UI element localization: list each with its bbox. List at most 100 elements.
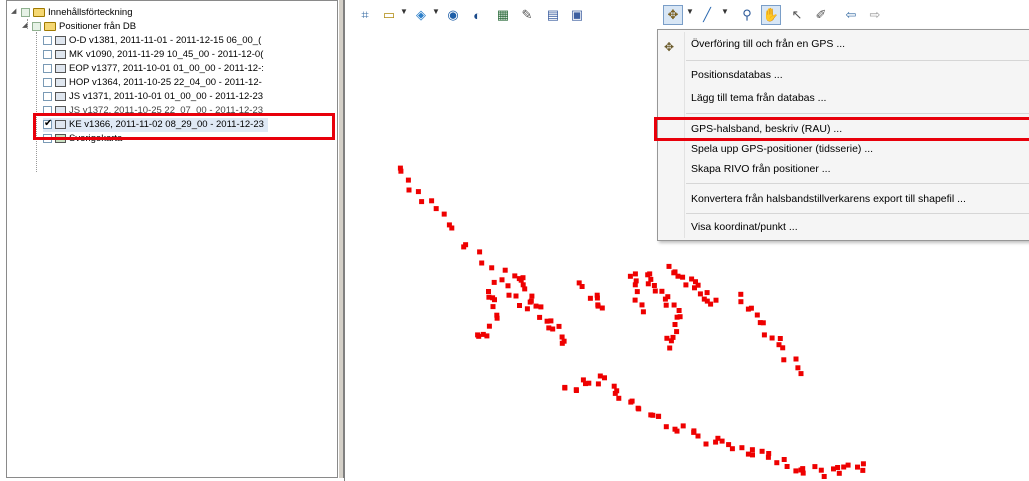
menu-item-show-coordinate[interactable]: Visa koordinat/punkt ... bbox=[658, 217, 1029, 237]
menu-item-create-rivo[interactable]: Skapa RIVO från positioner ... bbox=[658, 159, 1029, 179]
half-circle-icon[interactable]: ◐ bbox=[467, 5, 487, 25]
gps-position-point bbox=[780, 345, 786, 351]
gps-position-point bbox=[595, 381, 601, 387]
chevron-down-icon[interactable]: ▼ bbox=[432, 7, 440, 16]
menu-item-play-gps[interactable]: Spela upp GPS-positioner (tidsserie) ... bbox=[658, 139, 1029, 159]
add-layer-icon[interactable]: ◈ bbox=[411, 5, 431, 25]
draw-line-icon[interactable]: ╱ bbox=[697, 5, 717, 25]
layer-icon bbox=[55, 49, 66, 59]
tree-group-label: Positioner från DB bbox=[59, 21, 137, 32]
gps-position-point bbox=[499, 277, 505, 283]
collapse-icon[interactable]: ◢ bbox=[22, 22, 30, 30]
gps-position-point bbox=[533, 303, 539, 309]
open-folder-icon[interactable]: ▭ bbox=[379, 5, 399, 25]
gps-position-point bbox=[513, 293, 519, 299]
export-icon[interactable]: ▣ bbox=[567, 5, 587, 25]
tree-layer-row[interactable]: HOP v1364, 2011-10-25 22_04_00 - 2011-12… bbox=[43, 76, 262, 90]
layer-icon bbox=[55, 35, 66, 45]
gps-position-point bbox=[480, 331, 486, 337]
gps-position-point bbox=[548, 318, 554, 324]
menu-item-label: Positionsdatabas ... bbox=[691, 69, 783, 81]
gps-position-point bbox=[798, 371, 804, 377]
layer-checkbox[interactable] bbox=[43, 49, 52, 59]
select-icon[interactable]: ↖ bbox=[787, 5, 807, 25]
gps-position-point bbox=[672, 269, 678, 275]
gps-position-point bbox=[666, 263, 672, 269]
gps-position-point bbox=[659, 288, 665, 294]
tree-layer-row[interactable]: O-D v1381, 2011-11-01 - 2011-12-15 06_00… bbox=[43, 34, 261, 48]
gps-position-point bbox=[398, 168, 404, 174]
gps-position-point bbox=[812, 464, 818, 470]
gps-position-point bbox=[512, 273, 518, 279]
gps-position-point bbox=[522, 286, 528, 292]
gps-position-point bbox=[491, 279, 497, 285]
gps-position-point bbox=[703, 441, 709, 447]
chevron-down-icon[interactable]: ▼ bbox=[721, 7, 729, 16]
menu-item-gps-transfer[interactable]: ✥ Överföring till och från en GPS ... bbox=[658, 34, 1029, 54]
gps-position-point bbox=[492, 297, 497, 303]
gps-position-point bbox=[645, 281, 651, 287]
gps-position-point bbox=[528, 298, 534, 304]
gps-position-point bbox=[860, 461, 866, 467]
tree-layer-row[interactable]: EOP v1377, 2011-10-01 01_00_00 - 2011-12… bbox=[43, 62, 264, 76]
gps-position-point bbox=[841, 464, 847, 470]
menu-item-label: Visa koordinat/punkt ... bbox=[691, 221, 798, 233]
menu-item-add-theme[interactable]: Lägg till tema från databas ... bbox=[658, 88, 1029, 108]
collapse-icon[interactable]: ◢ bbox=[11, 8, 19, 16]
measure-icon[interactable]: ✐ bbox=[811, 5, 831, 25]
menu-item-convert-shapefile[interactable]: Konvertera från halsbandstillverkarens e… bbox=[658, 189, 1029, 209]
layer-checkbox[interactable] bbox=[43, 35, 52, 45]
chevron-down-icon[interactable]: ▼ bbox=[400, 7, 408, 16]
gps-position-point bbox=[677, 314, 683, 320]
back-icon[interactable]: ⇦ bbox=[841, 5, 861, 25]
gps-position-point bbox=[713, 297, 719, 303]
gps-position-point bbox=[486, 323, 492, 329]
root-checkbox[interactable] bbox=[21, 7, 30, 17]
gps-position-point bbox=[738, 291, 744, 297]
menu-separator bbox=[686, 60, 1029, 61]
gps-position-point bbox=[562, 385, 568, 391]
globe-icon[interactable]: ◉ bbox=[443, 5, 463, 25]
gps-position-point bbox=[665, 294, 671, 300]
menu-item-position-database[interactable]: Positionsdatabas ... bbox=[658, 65, 1029, 85]
gps-position-point bbox=[836, 470, 842, 476]
layer-checkbox[interactable] bbox=[43, 77, 52, 87]
layer-checkbox[interactable] bbox=[43, 91, 52, 101]
gps-position-point bbox=[769, 335, 775, 341]
gps-position-point bbox=[449, 225, 455, 231]
tree-layer-row[interactable]: JS v1371, 2011-10-01 01_00_00 - 2011-12-… bbox=[43, 90, 263, 104]
gps-position-point bbox=[800, 466, 806, 472]
gps-position-point bbox=[486, 294, 492, 300]
menu-separator bbox=[686, 213, 1029, 214]
tools-icon[interactable]: ✎ bbox=[517, 5, 537, 25]
zoom-extent-icon[interactable]: ⌗ bbox=[355, 5, 375, 25]
chevron-down-icon[interactable]: ▼ bbox=[686, 7, 694, 16]
gps-position-point bbox=[800, 470, 806, 476]
gps-position-point bbox=[616, 395, 622, 401]
gps-tool-icon[interactable]: ✥ bbox=[663, 5, 683, 25]
gps-position-point bbox=[651, 283, 657, 288]
gps-position-point bbox=[476, 333, 482, 339]
tree-group-row[interactable]: ◢ Positioner från DB bbox=[22, 20, 136, 34]
layer-checkbox[interactable] bbox=[43, 63, 52, 73]
pan-icon[interactable]: ✋ bbox=[761, 5, 781, 25]
zoom-icon[interactable]: ⚲ bbox=[737, 5, 757, 25]
tree-layer-row[interactable]: MK v1090, 2011-11-29 10_45_00 - 2011-12-… bbox=[43, 48, 263, 62]
gps-position-point bbox=[632, 271, 638, 277]
gps-position-point bbox=[667, 345, 673, 351]
gps-position-point bbox=[781, 357, 787, 363]
tree-root-row[interactable]: ◢ Innehållsförteckning bbox=[11, 6, 133, 20]
table-icon[interactable]: ▤ bbox=[543, 5, 563, 25]
menu-item-label: Lägg till tema från databas ... bbox=[691, 92, 827, 104]
grid-icon[interactable]: ▦ bbox=[493, 5, 513, 25]
forward-icon[interactable]: ⇨ bbox=[865, 5, 885, 25]
layer-icon bbox=[55, 77, 66, 87]
group-checkbox[interactable] bbox=[32, 21, 41, 31]
gps-transfer-icon: ✥ bbox=[664, 40, 675, 54]
gps-position-point bbox=[505, 283, 511, 289]
gps-position-point bbox=[433, 206, 439, 212]
gps-position-point bbox=[855, 464, 860, 470]
gps-position-point bbox=[579, 284, 585, 289]
gps-position-point bbox=[860, 467, 866, 473]
gps-position-point bbox=[494, 315, 500, 321]
